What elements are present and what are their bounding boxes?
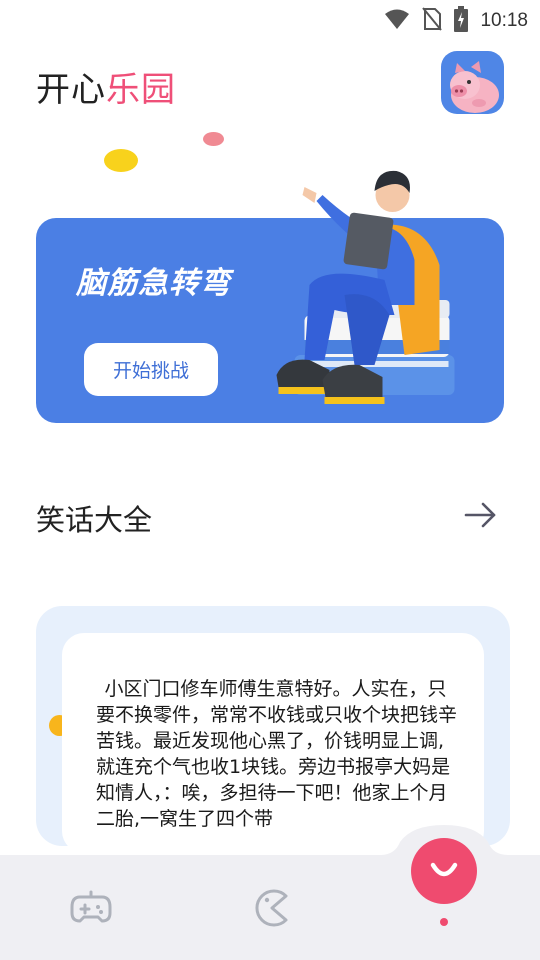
smile-icon[interactable]	[411, 838, 477, 904]
banner-title: 脑筋急转弯	[76, 266, 231, 301]
active-tab-indicator	[440, 918, 448, 926]
app-title: 开心乐园	[36, 62, 176, 111]
decor-dot-yellow	[104, 149, 138, 172]
status-bar: 10:18	[0, 0, 540, 36]
arrow-right-icon[interactable]	[462, 500, 498, 530]
no-sim-icon	[422, 7, 443, 35]
app-title-part2: 乐园	[106, 70, 176, 110]
status-icons: 10:18	[384, 6, 528, 36]
gamepad-icon[interactable]	[70, 889, 112, 925]
jokes-section-title: 笑话大全	[36, 503, 153, 537]
start-challenge-button[interactable]: 开始挑战	[84, 343, 218, 396]
avatar[interactable]	[441, 51, 504, 114]
person-reading-illustration	[276, 170, 455, 404]
wifi-icon	[384, 8, 410, 34]
status-time: 10:18	[480, 10, 528, 31]
pacman-icon[interactable]	[250, 888, 292, 928]
battery-charging-icon	[454, 6, 469, 36]
joke-text: 小区门口修车师傅生意特好。人实在，只要不换零件，常常不收钱或只收个块把钱辛苦钱。…	[96, 678, 458, 830]
decor-dot-pink	[203, 132, 224, 146]
pig-avatar-icon	[450, 61, 499, 113]
app-title-part1: 开心	[36, 70, 106, 110]
